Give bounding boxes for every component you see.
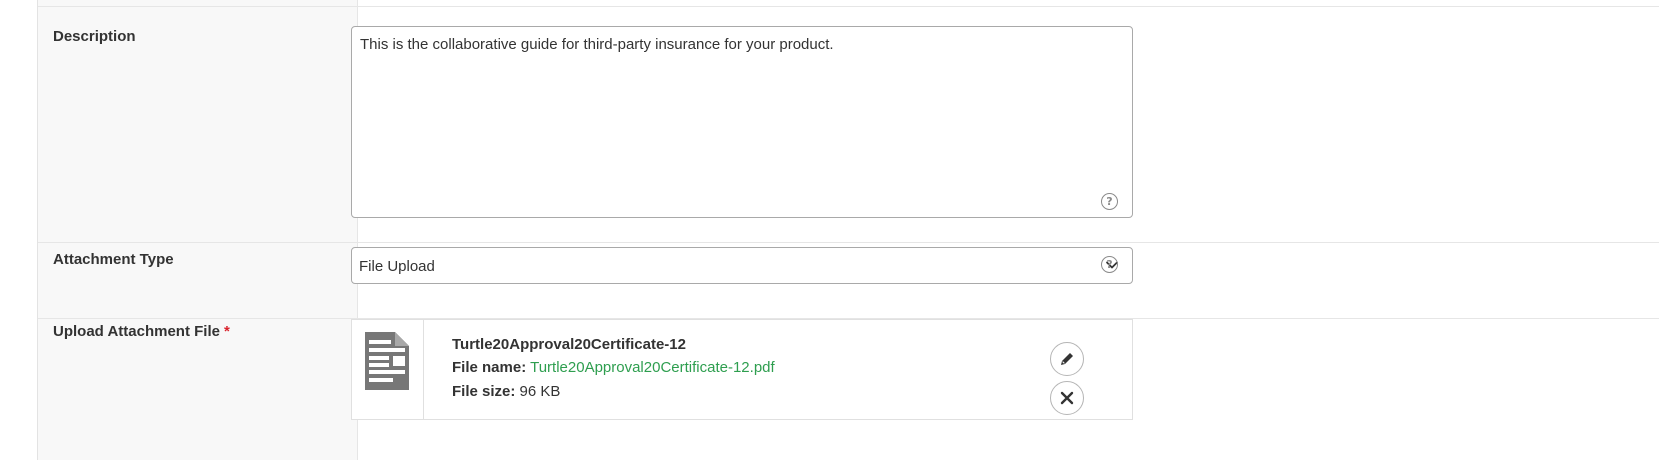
label-cell: Attachment Type xyxy=(38,243,358,318)
attachment-type-selected-value: File Upload xyxy=(359,258,435,275)
upload-attachment-row: Upload Attachment File * Turtle20Approval… xyxy=(38,319,1659,460)
attachment-type-select[interactable]: File Upload xyxy=(351,247,1133,284)
edit-file-button[interactable] xyxy=(1050,342,1084,376)
file-size-label: File size: xyxy=(452,383,516,400)
attachment-form: Description This is the collaborative gu… xyxy=(37,0,1659,460)
attachment-type-row: Attachment Type File Upload ? xyxy=(38,243,1659,319)
label-cell: Upload Attachment File * xyxy=(38,319,358,460)
upload-label-text: Upload Attachment File xyxy=(53,323,220,340)
description-textarea[interactable]: This is the collaborative guide for thir… xyxy=(351,26,1133,218)
previous-row-edge xyxy=(38,0,1659,7)
label-cell xyxy=(38,0,358,6)
required-asterisk: * xyxy=(223,323,230,340)
description-label: Description xyxy=(53,28,136,45)
file-size-line: File size: 96 KB xyxy=(452,383,560,400)
document-icon xyxy=(365,332,409,390)
file-title: Turtle20Approval20Certificate-12 xyxy=(452,336,686,353)
file-thumbnail xyxy=(352,320,424,419)
question-circle-icon[interactable]: ? xyxy=(1101,193,1118,210)
file-name-label: File name: xyxy=(452,359,527,376)
remove-file-button[interactable] xyxy=(1050,381,1084,415)
close-icon xyxy=(1060,391,1074,405)
label-cell: Description xyxy=(38,7,358,242)
question-circle-icon[interactable]: ? xyxy=(1101,256,1118,273)
attachment-type-label: Attachment Type xyxy=(53,251,174,268)
uploaded-file-card: Turtle20Approval20Certificate-12 File na… xyxy=(351,319,1133,420)
file-size-value: 96 KB xyxy=(519,383,561,400)
file-name-line: File name: Turtle20Approval20Certificate… xyxy=(452,359,775,376)
upload-attachment-label: Upload Attachment File * xyxy=(53,323,230,340)
file-name-link[interactable]: Turtle20Approval20Certificate-12.pdf xyxy=(530,359,775,376)
pencil-icon xyxy=(1061,353,1073,365)
description-row: Description This is the collaborative gu… xyxy=(38,7,1659,243)
